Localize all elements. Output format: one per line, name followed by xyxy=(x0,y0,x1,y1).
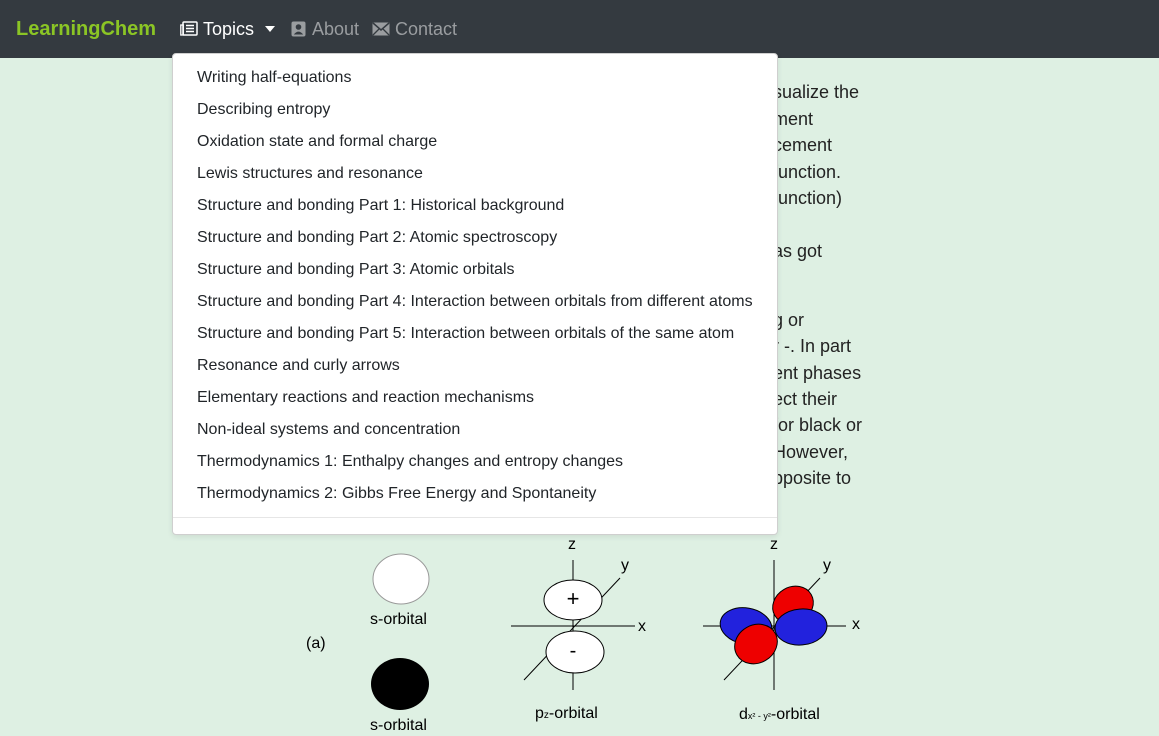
pz-axis-z-label: z xyxy=(568,536,576,553)
d-axis-y-label: y xyxy=(823,557,831,574)
s-orbital-white xyxy=(372,553,430,605)
dropdown-item[interactable]: Structure and bonding Part 5: Interactio… xyxy=(197,324,734,344)
dropdown-item[interactable]: Thermodynamics 2: Gibbs Free Energy and … xyxy=(197,484,596,504)
dropdown-item[interactable]: Elementary reactions and reaction mechan… xyxy=(197,388,534,408)
plus-sign: + xyxy=(566,586,580,611)
d-orbital-letter: d xyxy=(739,706,748,723)
d-axis-x-label: x xyxy=(852,616,860,633)
dropdown-item[interactable]: Oxidation state and formal charge xyxy=(197,132,437,152)
dropdown-item[interactable]: Describing entropy xyxy=(197,100,330,120)
dropdown-item[interactable]: Non-ideal systems and concentration xyxy=(197,420,460,440)
s-orbital-label: s-orbital xyxy=(370,611,427,628)
d-orbital-subscript: x² - y² xyxy=(747,711,771,721)
dropdown-divider xyxy=(173,517,777,518)
dropdown-item[interactable]: Thermodynamics 1: Enthalpy changes and e… xyxy=(197,452,623,472)
d-orbital-label: dx² - y²-orbital xyxy=(739,705,820,726)
dropdown-item[interactable]: Structure and bonding Part 2: Atomic spe… xyxy=(197,228,557,248)
s-orbital-black xyxy=(371,658,429,710)
part-label: (a) xyxy=(306,635,326,652)
dropdown-item[interactable]: Structure and bonding Part 4: Interactio… xyxy=(197,292,753,312)
pz-orbital-label: pz-orbital xyxy=(535,704,598,726)
dropdown-item[interactable]: Lewis structures and resonance xyxy=(197,164,423,184)
minus-sign: - xyxy=(569,640,577,662)
topics-dropdown-menu: Writing half-equations Describing entrop… xyxy=(172,53,778,535)
dropdown-item[interactable]: Writing half-equations xyxy=(197,68,351,88)
d-orbital-suffix: -orbital xyxy=(770,706,820,723)
dropdown-item[interactable]: Structure and bonding Part 1: Historical… xyxy=(197,196,564,216)
s-orbital-label: s-orbital xyxy=(370,717,427,734)
dropdown-item[interactable]: Structure and bonding Part 3: Atomic orb… xyxy=(197,260,515,280)
pz-orbital-letter: p xyxy=(535,705,544,722)
pz-axis-y-label: y xyxy=(621,557,629,574)
pz-orbital-suffix: -orbital xyxy=(548,705,598,722)
pz-axis-x-label: x xyxy=(638,618,646,635)
dropdown-item[interactable]: Resonance and curly arrows xyxy=(197,356,400,376)
d-axis-z-label: z xyxy=(770,536,778,553)
